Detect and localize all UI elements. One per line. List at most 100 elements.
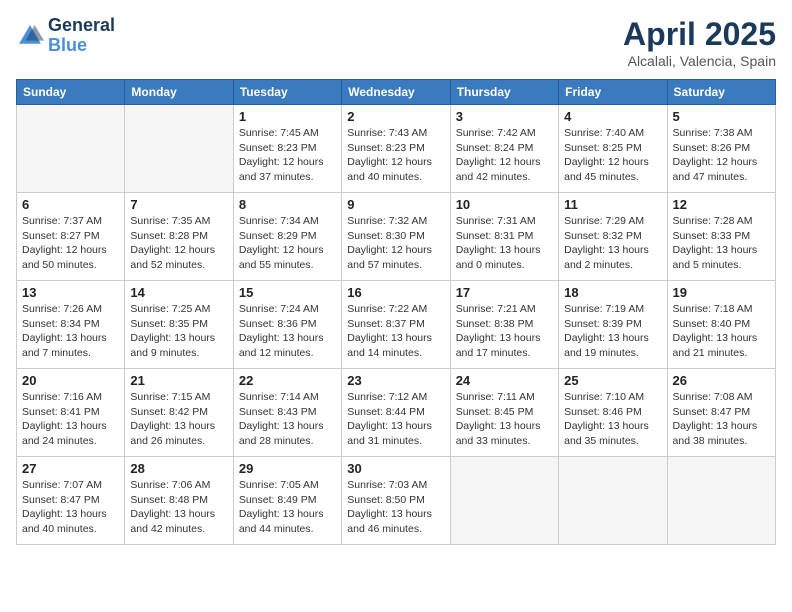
calendar-day-cell: 28Sunrise: 7:06 AMSunset: 8:48 PMDayligh… <box>125 457 233 545</box>
day-info: Sunrise: 7:35 AMSunset: 8:28 PMDaylight:… <box>130 214 227 273</box>
calendar-week-row: 13 Sunrise: 7:26 AMSunset: 8:34 PMDayligh… <box>17 281 776 369</box>
calendar-day-cell <box>125 105 233 193</box>
calendar-day-cell <box>667 457 775 545</box>
day-number: 18 <box>564 285 661 300</box>
day-info: Sunrise: 7:18 AMSunset: 8:40 PMDaylight:… <box>673 302 770 361</box>
day-info: Sunrise: 7:07 AMSunset: 8:47 PMDaylight:… <box>22 478 119 537</box>
day-info: Sunrise: 7:08 AMSunset: 8:47 PMDaylight:… <box>673 390 770 449</box>
page-header: General Blue April 2025 Alcalali, Valenc… <box>16 16 776 69</box>
calendar-day-cell: 9 Sunrise: 7:32 AMSunset: 8:30 PMDaylight… <box>342 193 450 281</box>
calendar-day-cell: 30Sunrise: 7:03 AMSunset: 8:50 PMDayligh… <box>342 457 450 545</box>
day-info: Sunrise: 7:05 AMSunset: 8:49 PMDaylight:… <box>239 478 336 537</box>
calendar-day-cell: 22 Sunrise: 7:14 AMSunset: 8:43 PMDayligh… <box>233 369 341 457</box>
day-number: 10 <box>456 197 553 212</box>
calendar-day-cell: 17 Sunrise: 7:21 AMSunset: 8:38 PMDayligh… <box>450 281 558 369</box>
weekday-header-row: SundayMondayTuesdayWednesdayThursdayFrid… <box>17 80 776 105</box>
day-number: 6 <box>22 197 119 212</box>
day-info: Sunrise: 7:19 AMSunset: 8:39 PMDaylight:… <box>564 302 661 361</box>
calendar-week-row: 1 Sunrise: 7:45 AMSunset: 8:23 PMDaylight… <box>17 105 776 193</box>
calendar-week-row: 6Sunrise: 7:37 AMSunset: 8:27 PMDaylight… <box>17 193 776 281</box>
calendar-day-cell <box>559 457 667 545</box>
day-info: Sunrise: 7:42 AMSunset: 8:24 PMDaylight:… <box>456 126 553 185</box>
day-number: 29 <box>239 461 336 476</box>
day-info: Sunrise: 7:45 AMSunset: 8:23 PMDaylight:… <box>239 126 336 185</box>
day-info: Sunrise: 7:34 AMSunset: 8:29 PMDaylight:… <box>239 214 336 273</box>
calendar-day-cell: 10Sunrise: 7:31 AMSunset: 8:31 PMDayligh… <box>450 193 558 281</box>
logo-text: General Blue <box>48 16 115 56</box>
day-number: 20 <box>22 373 119 388</box>
calendar-day-cell: 3 Sunrise: 7:42 AMSunset: 8:24 PMDaylight… <box>450 105 558 193</box>
calendar-day-cell: 21 Sunrise: 7:15 AMSunset: 8:42 PMDayligh… <box>125 369 233 457</box>
calendar-day-cell: 2 Sunrise: 7:43 AMSunset: 8:23 PMDaylight… <box>342 105 450 193</box>
day-info: Sunrise: 7:26 AMSunset: 8:34 PMDaylight:… <box>22 302 119 361</box>
calendar-day-cell: 11 Sunrise: 7:29 AMSunset: 8:32 PMDayligh… <box>559 193 667 281</box>
calendar-day-cell: 7Sunrise: 7:35 AMSunset: 8:28 PMDaylight… <box>125 193 233 281</box>
day-info: Sunrise: 7:29 AMSunset: 8:32 PMDaylight:… <box>564 214 661 273</box>
calendar-day-cell: 15 Sunrise: 7:24 AMSunset: 8:36 PMDayligh… <box>233 281 341 369</box>
day-number: 30 <box>347 461 444 476</box>
day-number: 21 <box>130 373 227 388</box>
calendar-day-cell: 29 Sunrise: 7:05 AMSunset: 8:49 PMDayligh… <box>233 457 341 545</box>
calendar-day-cell: 24 Sunrise: 7:11 AMSunset: 8:45 PMDayligh… <box>450 369 558 457</box>
day-number: 1 <box>239 109 336 124</box>
day-number: 27 <box>22 461 119 476</box>
weekday-header: Wednesday <box>342 80 450 105</box>
day-info: Sunrise: 7:32 AMSunset: 8:30 PMDaylight:… <box>347 214 444 273</box>
day-number: 9 <box>347 197 444 212</box>
weekday-header: Sunday <box>17 80 125 105</box>
calendar-title: April 2025 <box>623 16 776 53</box>
calendar-day-cell: 13 Sunrise: 7:26 AMSunset: 8:34 PMDayligh… <box>17 281 125 369</box>
day-info: Sunrise: 7:15 AMSunset: 8:42 PMDaylight:… <box>130 390 227 449</box>
day-number: 13 <box>22 285 119 300</box>
calendar-table: SundayMondayTuesdayWednesdayThursdayFrid… <box>16 79 776 545</box>
day-info: Sunrise: 7:16 AMSunset: 8:41 PMDaylight:… <box>22 390 119 449</box>
calendar-location: Alcalali, Valencia, Spain <box>623 53 776 69</box>
day-number: 22 <box>239 373 336 388</box>
calendar-day-cell: 26 Sunrise: 7:08 AMSunset: 8:47 PMDayligh… <box>667 369 775 457</box>
calendar-day-cell: 8 Sunrise: 7:34 AMSunset: 8:29 PMDaylight… <box>233 193 341 281</box>
weekday-header: Thursday <box>450 80 558 105</box>
calendar-day-cell: 1 Sunrise: 7:45 AMSunset: 8:23 PMDaylight… <box>233 105 341 193</box>
day-number: 25 <box>564 373 661 388</box>
day-number: 17 <box>456 285 553 300</box>
day-info: Sunrise: 7:40 AMSunset: 8:25 PMDaylight:… <box>564 126 661 185</box>
day-info: Sunrise: 7:21 AMSunset: 8:38 PMDaylight:… <box>456 302 553 361</box>
day-info: Sunrise: 7:25 AMSunset: 8:35 PMDaylight:… <box>130 302 227 361</box>
day-number: 23 <box>347 373 444 388</box>
day-number: 19 <box>673 285 770 300</box>
day-info: Sunrise: 7:24 AMSunset: 8:36 PMDaylight:… <box>239 302 336 361</box>
calendar-day-cell: 27 Sunrise: 7:07 AMSunset: 8:47 PMDayligh… <box>17 457 125 545</box>
day-number: 5 <box>673 109 770 124</box>
calendar-day-cell: 4 Sunrise: 7:40 AMSunset: 8:25 PMDaylight… <box>559 105 667 193</box>
day-number: 16 <box>347 285 444 300</box>
day-info: Sunrise: 7:11 AMSunset: 8:45 PMDaylight:… <box>456 390 553 449</box>
calendar-day-cell <box>17 105 125 193</box>
calendar-week-row: 27 Sunrise: 7:07 AMSunset: 8:47 PMDayligh… <box>17 457 776 545</box>
day-number: 8 <box>239 197 336 212</box>
day-number: 2 <box>347 109 444 124</box>
calendar-day-cell: 5 Sunrise: 7:38 AMSunset: 8:26 PMDaylight… <box>667 105 775 193</box>
day-info: Sunrise: 7:10 AMSunset: 8:46 PMDaylight:… <box>564 390 661 449</box>
calendar-day-cell: 19 Sunrise: 7:18 AMSunset: 8:40 PMDayligh… <box>667 281 775 369</box>
day-number: 24 <box>456 373 553 388</box>
day-info: Sunrise: 7:12 AMSunset: 8:44 PMDaylight:… <box>347 390 444 449</box>
day-number: 11 <box>564 197 661 212</box>
day-number: 3 <box>456 109 553 124</box>
calendar-day-cell: 18 Sunrise: 7:19 AMSunset: 8:39 PMDayligh… <box>559 281 667 369</box>
day-info: Sunrise: 7:14 AMSunset: 8:43 PMDaylight:… <box>239 390 336 449</box>
weekday-header: Monday <box>125 80 233 105</box>
calendar-day-cell: 23 Sunrise: 7:12 AMSunset: 8:44 PMDayligh… <box>342 369 450 457</box>
day-info: Sunrise: 7:43 AMSunset: 8:23 PMDaylight:… <box>347 126 444 185</box>
day-info: Sunrise: 7:28 AMSunset: 8:33 PMDaylight:… <box>673 214 770 273</box>
calendar-day-cell: 14Sunrise: 7:25 AMSunset: 8:35 PMDayligh… <box>125 281 233 369</box>
day-number: 15 <box>239 285 336 300</box>
calendar-week-row: 20 Sunrise: 7:16 AMSunset: 8:41 PMDayligh… <box>17 369 776 457</box>
weekday-header: Friday <box>559 80 667 105</box>
day-info: Sunrise: 7:38 AMSunset: 8:26 PMDaylight:… <box>673 126 770 185</box>
day-info: Sunrise: 7:06 AMSunset: 8:48 PMDaylight:… <box>130 478 227 537</box>
day-number: 4 <box>564 109 661 124</box>
weekday-header: Saturday <box>667 80 775 105</box>
day-number: 26 <box>673 373 770 388</box>
calendar-day-cell: 12Sunrise: 7:28 AMSunset: 8:33 PMDayligh… <box>667 193 775 281</box>
calendar-day-cell: 16Sunrise: 7:22 AMSunset: 8:37 PMDayligh… <box>342 281 450 369</box>
